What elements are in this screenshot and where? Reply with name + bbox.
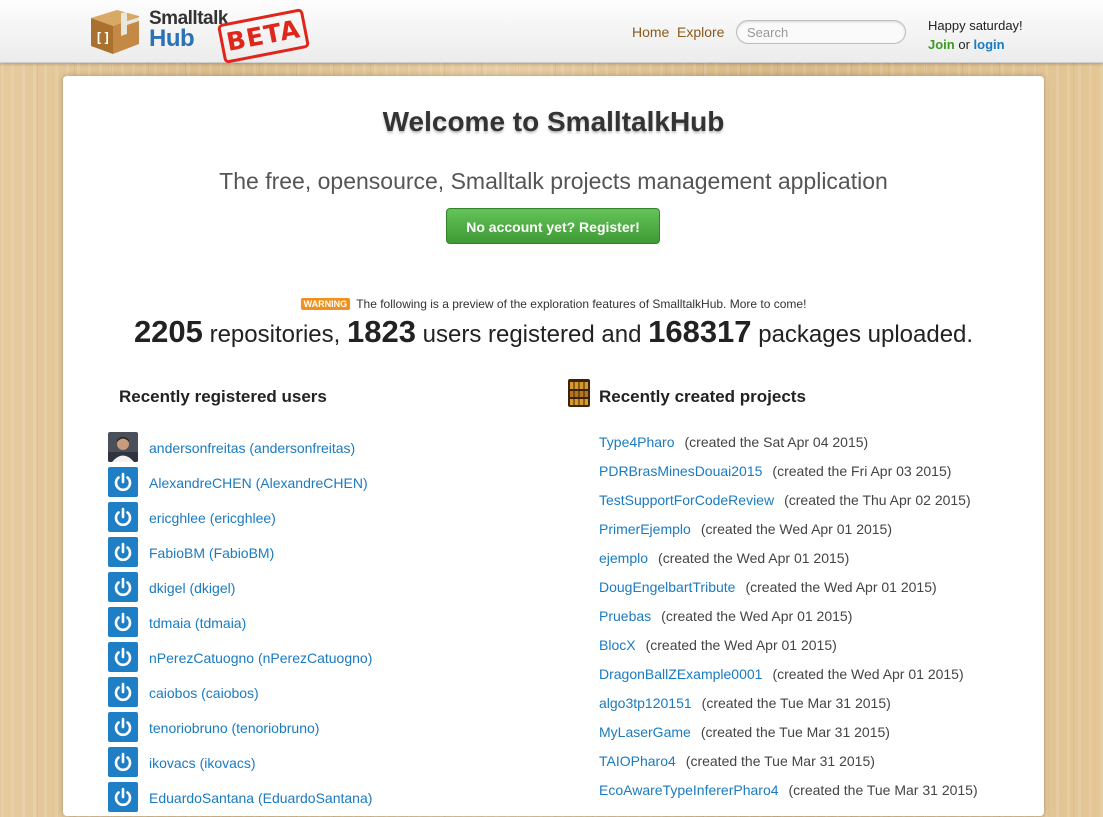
project-created-date: (created the Wed Apr 01 2015) <box>700 521 893 537</box>
nav-home-link[interactable]: Home <box>632 24 669 40</box>
project-row: DragonBallZExample0001 (created the Wed A… <box>599 666 978 695</box>
user-avatar-power-icon[interactable] <box>108 607 138 637</box>
or-text: or <box>958 37 970 52</box>
project-created-date: (created the Wed Apr 01 2015) <box>745 579 937 595</box>
user-avatar-power-icon[interactable] <box>108 747 138 777</box>
repositories-count: 2205 <box>133 314 203 349</box>
users-label: users registered and <box>422 321 642 348</box>
project-row: ejemplo (created the Wed Apr 01 2015) <box>599 550 978 579</box>
top-bar: [] Smalltalk Hub BETA Home Explore Happy… <box>0 0 1103 64</box>
notice-text: The following is a preview of the explor… <box>356 297 807 311</box>
project-row: PrimerEjemplo (created the Wed Apr 01 201… <box>599 521 978 550</box>
users-count: 1823 <box>346 314 416 349</box>
repositories-label: repositories, <box>209 321 341 348</box>
nav-explore-link[interactable]: Explore <box>677 24 724 40</box>
user-avatar-power-icon[interactable] <box>108 712 138 742</box>
auth-links: Join or login <box>928 37 1005 52</box>
project-created-date: (created the Thu Apr 02 2015) <box>784 492 971 508</box>
user-avatar-photo[interactable] <box>108 432 138 462</box>
project-row: DougEngelbartTribute (created the Wed Apr… <box>599 579 978 608</box>
stats-line: 2205 repositories, 1823 users registered… <box>63 314 1044 350</box>
user-link[interactable]: tenoriobruno (tenoriobruno) <box>149 720 319 736</box>
greeting-text: Happy saturday! <box>928 18 1023 33</box>
project-created-date: (created the Fri Apr 03 2015) <box>772 463 952 479</box>
user-link[interactable]: tdmaia (tdmaia) <box>149 615 246 631</box>
warning-badge: WARNING <box>300 298 351 310</box>
svg-text:[]: [] <box>95 31 111 46</box>
package-box-icon: [] <box>91 10 139 54</box>
user-avatar-power-icon[interactable] <box>108 677 138 707</box>
page-title: Welcome to SmalltalkHub <box>382 106 725 137</box>
project-row: TestSupportForCodeReview (created the Thu… <box>599 492 978 521</box>
user-link[interactable]: ikovacs (ikovacs) <box>149 755 256 771</box>
logo-text-hub: Hub <box>149 25 195 52</box>
project-link[interactable]: PrimerEjemplo <box>599 521 691 537</box>
user-avatar-power-icon[interactable] <box>108 502 138 532</box>
bookshelf-icon <box>568 379 590 407</box>
user-avatar-power-icon[interactable] <box>108 642 138 672</box>
user-link[interactable]: ericghlee (ericghlee) <box>149 510 276 526</box>
user-avatar-power-icon[interactable] <box>108 537 138 567</box>
join-link[interactable]: Join <box>928 37 955 52</box>
project-row: Pruebas (created the Wed Apr 01 2015) <box>599 608 978 637</box>
project-row: MyLaserGame (created the Tue Mar 31 2015) <box>599 724 978 753</box>
project-row: PDRBrasMinesDouai2015 (created the Fri Ap… <box>599 463 978 492</box>
project-link[interactable]: TAIOPharo4 <box>599 753 676 769</box>
project-link[interactable]: Type4Pharo <box>599 434 675 450</box>
project-created-date: (created the Wed Apr 01 2015) <box>772 666 964 682</box>
packages-label: packages uploaded. <box>758 321 974 348</box>
project-row: Type4Pharo (created the Sat Apr 04 2015) <box>599 434 978 463</box>
user-link[interactable]: AlexandreCHEN (AlexandreCHEN) <box>149 475 368 491</box>
search-input[interactable] <box>736 20 906 44</box>
tagline: The free, opensource, Smalltalk projects… <box>219 168 888 194</box>
project-link[interactable]: PDRBrasMinesDouai2015 <box>599 463 762 479</box>
user-link[interactable]: EduardoSantana (EduardoSantana) <box>149 790 372 806</box>
project-created-date: (created the Tue Mar 31 2015) <box>700 724 890 740</box>
project-row: BlocX (created the Wed Apr 01 2015) <box>599 637 978 666</box>
project-created-date: (created the Wed Apr 01 2015) <box>658 550 850 566</box>
login-link[interactable]: login <box>974 37 1005 52</box>
project-link[interactable]: Pruebas <box>599 608 651 624</box>
main-panel: Welcome to SmalltalkHub The free, openso… <box>63 76 1044 816</box>
project-created-date: (created the Tue Mar 31 2015) <box>701 695 891 711</box>
project-created-date: (created the Tue Mar 31 2015) <box>788 782 978 798</box>
project-row: algo3tp120151 (created the Tue Mar 31 201… <box>599 695 978 724</box>
user-avatar-power-icon[interactable] <box>108 572 138 602</box>
project-created-date: (created the Tue Mar 31 2015) <box>685 753 875 769</box>
user-link[interactable]: andersonfreitas (andersonfreitas) <box>149 440 355 456</box>
project-created-date: (created the Wed Apr 01 2015) <box>645 637 837 653</box>
project-link[interactable]: algo3tp120151 <box>599 695 692 711</box>
register-button[interactable]: No account yet? Register! <box>446 208 660 244</box>
user-link[interactable]: nPerezCatuogno (nPerezCatuogno) <box>149 650 372 666</box>
project-link[interactable]: ejemplo <box>599 550 648 566</box>
projects-list: Type4Pharo (created the Sat Apr 04 2015) P… <box>599 434 978 811</box>
user-link[interactable]: caiobos (caiobos) <box>149 685 259 701</box>
project-link[interactable]: BlocX <box>599 637 636 653</box>
project-link[interactable]: TestSupportForCodeReview <box>599 492 774 508</box>
user-link[interactable]: dkigel (dkigel) <box>149 580 235 596</box>
packages-count: 168317 <box>648 314 752 349</box>
preview-notice: WARNING The following is a preview of th… <box>63 297 1044 311</box>
project-link[interactable]: DragonBallZExample0001 <box>599 666 762 682</box>
project-row: TAIOPharo4 (created the Tue Mar 31 2015) <box>599 753 978 782</box>
beta-stamp: BETA <box>216 8 311 64</box>
project-link[interactable]: MyLaserGame <box>599 724 691 740</box>
user-avatar-power-icon[interactable] <box>108 782 138 812</box>
user-avatar-power-icon[interactable] <box>108 467 138 497</box>
user-link[interactable]: FabioBM (FabioBM) <box>149 545 274 561</box>
project-link[interactable]: DougEngelbartTribute <box>599 579 735 595</box>
project-created-date: (created the Wed Apr 01 2015) <box>661 608 853 624</box>
project-row: EcoAwareTypeInfererPharo4 (created the Tu… <box>599 782 978 811</box>
smalltalkhub-logo[interactable]: [] Smalltalk Hub BETA <box>87 3 311 64</box>
project-created-date: (created the Sat Apr 04 2015) <box>684 434 869 450</box>
users-section-title: Recently registered users <box>119 387 327 406</box>
projects-section-title: Recently created projects <box>599 387 806 406</box>
project-link[interactable]: EcoAwareTypeInfererPharo4 <box>599 782 779 798</box>
